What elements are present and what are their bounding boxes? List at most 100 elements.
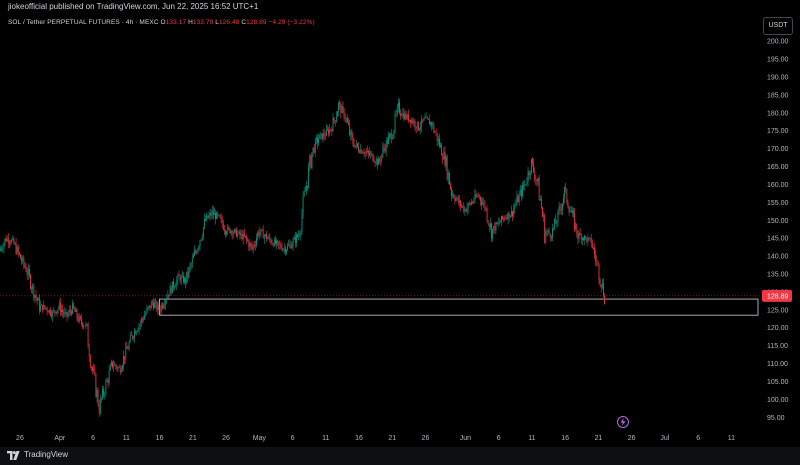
candle-body [145,313,147,316]
y-tick-label: 180.00 [767,110,789,117]
y-tick-label: 165.00 [767,164,789,171]
candle-body [503,217,505,219]
candle-body [362,153,364,154]
candle-body [530,158,532,174]
candle-body [286,249,287,253]
candle-body [485,208,487,209]
lightning-icon[interactable] [617,416,629,428]
y-tick-label: 125.00 [767,307,789,314]
candle-body [558,206,560,211]
candle-body [562,203,563,211]
candle-body [527,171,529,182]
candle-body [371,153,373,155]
tradingview-logo-icon[interactable] [7,451,21,460]
candle-body [307,185,308,188]
candle-body [584,236,585,240]
candle-body [368,151,369,153]
candle-body [138,325,140,330]
y-tick-label: 200.00 [767,39,789,46]
candle-body [130,335,132,336]
candle-body [36,297,38,301]
x-tick-label: 21 [595,435,603,442]
price-chart[interactable]: 95.00 100.00 105.00 110.00 115.00 120.00 125.0… [0,0,800,447]
candle-body [422,119,424,121]
candle-body [263,235,265,239]
candle-body [491,223,492,239]
candle-body [420,126,421,129]
support-zone[interactable] [159,298,759,316]
candle-body [288,245,290,246]
y-tick-label: 150.00 [767,218,789,225]
candle-body [568,207,570,213]
candle-body [47,311,49,313]
candle-body [113,365,115,368]
candle-body [514,205,516,209]
candle-body [240,233,242,236]
candle-body [168,294,170,296]
candle-body [169,286,171,296]
candle-body [171,281,173,294]
candle-body [566,188,568,203]
candle-body [73,303,75,309]
y-tick-label: 160.00 [767,182,789,189]
candle-body [583,237,584,240]
candle-body [35,295,37,298]
footer-brand[interactable]: TradingView [24,450,68,459]
candle-body [64,312,66,315]
candle-body [197,248,199,254]
last-price-label: 128.89 [767,293,789,300]
candle-body [370,153,372,155]
candle-body [453,194,455,198]
candle-body [378,159,379,165]
candle-body [134,330,136,338]
candle-body [516,196,518,204]
candle-body [390,133,392,135]
candle-body [567,202,569,208]
candle-body [62,309,64,313]
y-tick-label: 195.00 [767,57,789,64]
y-tick-label: 120.00 [767,325,789,332]
candle-body [591,243,593,248]
candle-body [505,217,507,219]
candle-body [120,369,122,373]
candle-body [137,329,139,332]
candle-body [260,229,262,233]
candle-body [13,238,15,244]
candle-body [318,138,320,144]
candle-body [564,187,566,198]
candle-body [262,229,264,239]
candle-body [352,137,354,144]
candle-body [359,151,361,153]
candle-body [437,139,439,142]
candle-body [84,326,86,327]
candle-body [127,348,129,350]
candle-body [372,153,374,161]
candle-body [312,147,314,152]
candle-body [310,155,312,168]
candle-body [212,210,214,215]
y-tick-label: 170.00 [767,146,789,153]
candle-body [289,244,291,246]
candle-body [209,212,211,216]
x-tick-label: 11 [123,435,130,442]
candle-body [210,212,212,216]
candle-body [446,156,448,180]
candle-body [261,229,263,230]
candle-body [536,179,538,182]
candle-body [230,231,232,233]
x-tick-label: 21 [388,435,396,442]
candle-body [83,326,85,327]
candle-body [586,237,588,242]
candle-body [27,268,29,276]
y-tick-label: 95.00 [767,415,785,422]
candle-body [587,237,589,242]
candle-body [590,238,592,244]
candle-body [124,356,126,360]
candle-body [175,285,177,288]
candle-body [142,318,143,320]
y-tick-label: 140.00 [767,254,789,261]
candle-body [103,389,105,395]
candle-body [95,373,97,397]
candle-body [43,305,45,310]
candle-body [195,250,197,253]
